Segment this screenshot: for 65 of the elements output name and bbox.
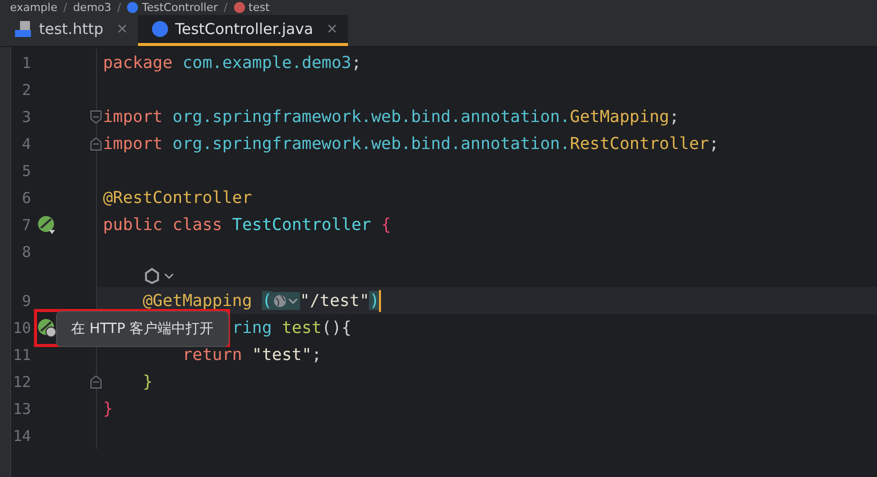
globe-chevron-icon[interactable] — [272, 292, 300, 310]
class-icon — [152, 21, 168, 37]
code-token: } — [103, 399, 113, 418]
line-number: 5 — [20, 162, 31, 180]
line-number: 14 — [12, 426, 31, 444]
text-caret — [379, 290, 382, 312]
api-file-icon — [14, 20, 32, 38]
code-token: GetMapping — [570, 107, 670, 126]
code-token: "/test" — [300, 291, 370, 310]
code-token: return — [182, 345, 242, 364]
code-token: test — [282, 318, 322, 337]
method-icon — [234, 2, 244, 13]
code-token: org.springframework.web.bind.annotation. — [172, 134, 570, 153]
line-number: 1 — [20, 54, 31, 72]
code-token: "test" — [252, 345, 312, 364]
code-token: (){ — [322, 318, 352, 337]
line-number: 13 — [12, 400, 31, 418]
code-token: package — [103, 53, 173, 72]
code-token: org.springframework.web.bind.annotation. — [172, 107, 570, 126]
breadcrumb-item[interactable]: test — [248, 1, 270, 14]
class-icon — [127, 2, 138, 13]
tab-label: test.http — [39, 20, 104, 38]
code-token: public class — [103, 215, 222, 234]
code-token: ( — [262, 291, 272, 310]
fold-marker-icon[interactable] — [90, 110, 102, 124]
code-token: ; — [312, 345, 322, 364]
line-number: 3 — [20, 108, 31, 126]
code-token: { — [381, 215, 392, 234]
line-number: 9 — [20, 292, 31, 310]
line-number: 11 — [12, 346, 31, 364]
breadcrumb-separator: / — [63, 1, 68, 14]
code-token: } — [142, 372, 153, 391]
editor-tab[interactable]: test.http × — [0, 15, 138, 46]
close-icon[interactable]: × — [326, 21, 338, 37]
code-token: ) — [369, 291, 380, 310]
code-token: ; — [708, 134, 719, 153]
line-number: 4 — [20, 134, 31, 152]
line-number: 6 — [20, 188, 31, 206]
breadcrumb-item[interactable]: example — [10, 1, 58, 14]
line-number: 12 — [12, 372, 31, 390]
code-token: import — [103, 134, 163, 153]
code-token: com.example.demo3 — [182, 53, 352, 72]
breadcrumb-item[interactable]: demo3 — [73, 1, 112, 14]
spring-bean-icon[interactable] — [37, 214, 57, 234]
line-number: 2 — [20, 80, 31, 98]
line-number: 10 — [12, 318, 31, 336]
code-token: import — [103, 107, 163, 126]
tab-label: TestController.java — [175, 20, 314, 38]
breadcrumb-separator: / — [224, 1, 228, 14]
code-token: ; — [351, 53, 362, 72]
editor-tab[interactable]: TestController.java × — [138, 15, 348, 46]
code-token: @RestController — [103, 188, 252, 207]
code-token: ring — [232, 318, 272, 337]
fold-marker-icon[interactable] — [90, 136, 102, 150]
breadcrumb-separator: / — [117, 1, 121, 14]
code-token: ; — [669, 107, 680, 126]
line-number: 8 — [20, 242, 31, 260]
spring-bean-globe-icon[interactable] — [37, 318, 57, 338]
tooltip: 在 HTTP 客户端中打开 — [56, 311, 229, 347]
line-number: 7 — [20, 216, 31, 234]
fold-marker-icon[interactable] — [90, 374, 102, 388]
breadcrumb-item[interactable]: TestController — [142, 1, 218, 14]
code-token: @GetMapping — [142, 291, 254, 310]
code-token: RestController — [570, 134, 709, 153]
code-token: TestController — [232, 215, 372, 234]
